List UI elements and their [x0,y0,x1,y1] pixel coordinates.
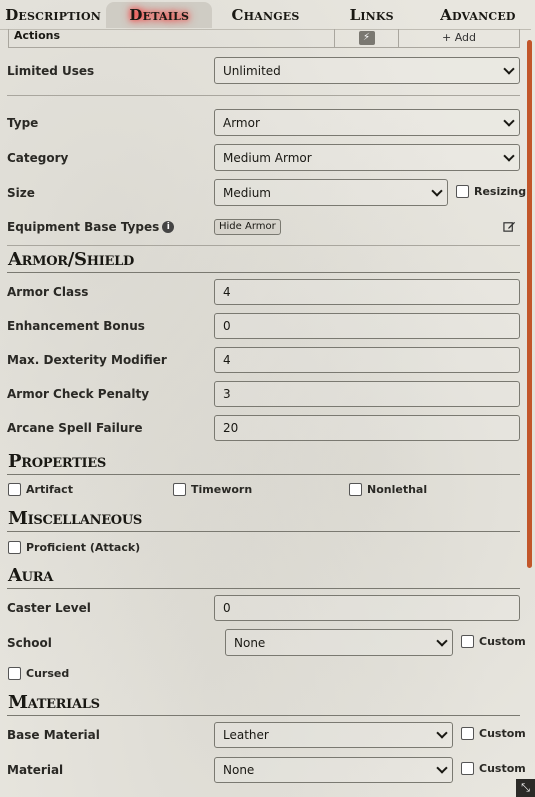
cursed-label: Cursed [26,667,70,680]
material-custom-label: Custom [479,762,526,775]
armor-class-value: 4 [223,285,231,299]
armor-class-label: Armor Class [7,285,89,299]
material-custom-checkbox[interactable] [461,762,474,775]
caster-level-input[interactable]: 0 [214,595,520,621]
size-select[interactable]: Medium [214,179,448,206]
actions-label: Actions [9,29,335,47]
proficient-checkbox[interactable] [8,541,21,554]
asf-label: Arcane Spell Failure [7,421,143,435]
equipment-base-types-label: Equipment Base Types [7,220,160,234]
info-icon[interactable]: i [162,221,175,233]
actions-header: Actions ⚡ + Add [8,29,520,48]
nonlethal-toggle[interactable]: Nonlethal [349,483,427,496]
asf-value: 20 [223,421,239,435]
proficient-label: Proficient (Attack) [26,541,141,554]
tab-links[interactable]: Links [319,2,425,28]
artifact-label: Artifact [26,483,73,496]
timeworn-toggle[interactable]: Timeworn [173,483,252,496]
artifact-checkbox[interactable] [8,483,21,496]
base-material-custom-label: Custom [479,727,526,740]
limited-uses-label: Limited Uses [7,63,95,78]
material-label: Material [7,763,64,777]
category-value: Medium Armor [223,150,312,165]
divider [7,245,520,246]
tab-changes[interactable]: Changes [212,2,318,28]
max-dex-input[interactable]: 4 [214,347,520,373]
base-material-custom-checkbox[interactable] [461,727,474,740]
properties-heading: Properties [8,451,106,472]
tab-description[interactable]: Description [0,2,106,28]
limited-uses-select[interactable]: Unlimited [214,57,520,84]
enhancement-bonus-input[interactable]: 0 [214,313,520,339]
base-material-select[interactable]: Leather [214,722,453,748]
acp-input[interactable]: 3 [214,381,520,407]
edit-icon[interactable] [503,220,516,233]
section-divider [7,715,520,716]
school-value: None [234,635,266,650]
resizing-label: Resizing [474,185,527,198]
section-divider [7,272,520,273]
cursed-toggle[interactable]: Cursed [8,667,69,680]
type-label: Type [7,115,39,130]
base-type-tag: Hide Armor [214,219,281,235]
caster-level-label: Caster Level [7,601,91,615]
armor-shield-heading: Armor/Shield [8,249,134,270]
tab-advanced[interactable]: Advanced [425,2,531,28]
resizing-toggle[interactable]: Resizing [456,185,526,198]
limited-uses-value: Unlimited [223,63,281,78]
lightning-bolt-icon[interactable]: ⚡ [358,31,375,45]
timeworn-label: Timeworn [191,483,253,496]
acp-value: 3 [223,387,231,401]
section-divider [7,531,520,532]
tab-details[interactable]: Details [106,1,213,28]
asf-input[interactable]: 20 [214,415,520,441]
max-dex-value: 4 [223,353,231,367]
artifact-toggle[interactable]: Artifact [8,483,73,496]
base-material-custom-toggle[interactable]: Custom [461,727,526,740]
proficient-toggle[interactable]: Proficient (Attack) [8,541,140,554]
caster-level-value: 0 [223,601,231,615]
school-custom-toggle[interactable]: Custom [461,635,526,648]
category-select[interactable]: Medium Armor [214,144,520,171]
armor-class-input[interactable]: 4 [214,279,520,305]
school-custom-checkbox[interactable] [461,635,474,648]
resizing-checkbox[interactable] [456,185,469,198]
category-label: Category [7,150,69,165]
timeworn-checkbox[interactable] [173,483,186,496]
school-custom-label: Custom [479,635,526,648]
acp-label: Armor Check Penalty [7,387,150,401]
material-select[interactable]: None [214,757,453,783]
nonlethal-label: Nonlethal [367,483,428,496]
material-value: None [223,763,255,777]
nonlethal-checkbox[interactable] [349,483,362,496]
divider [7,95,520,96]
material-custom-toggle[interactable]: Custom [461,762,526,775]
max-dex-label: Max. Dexterity Modifier [7,353,167,367]
enhancement-bonus-label: Enhancement Bonus [7,319,145,333]
sheet-tabs: Description Details Changes Links Advanc… [0,0,531,30]
enhancement-bonus-value: 0 [223,319,231,333]
scrollbar-thumb[interactable] [527,40,532,568]
cursed-checkbox[interactable] [8,667,21,680]
aura-heading: Aura [8,565,53,586]
school-label: School [7,635,52,650]
materials-heading: Materials [8,692,100,713]
action-use-cell: ⚡ [335,29,399,47]
resize-handle-icon[interactable]: ⤡ [516,779,535,797]
section-divider [7,588,520,589]
size-value: Medium [223,185,271,200]
size-label: Size [7,185,35,200]
type-value: Armor [223,115,260,130]
school-select[interactable]: None [225,629,453,656]
base-material-value: Leather [223,728,269,742]
section-divider [7,474,520,475]
type-select[interactable]: Armor [214,109,520,136]
base-material-label: Base Material [7,728,100,742]
add-action-button[interactable]: + Add [399,31,519,45]
miscellaneous-heading: Miscellaneous [8,508,142,529]
